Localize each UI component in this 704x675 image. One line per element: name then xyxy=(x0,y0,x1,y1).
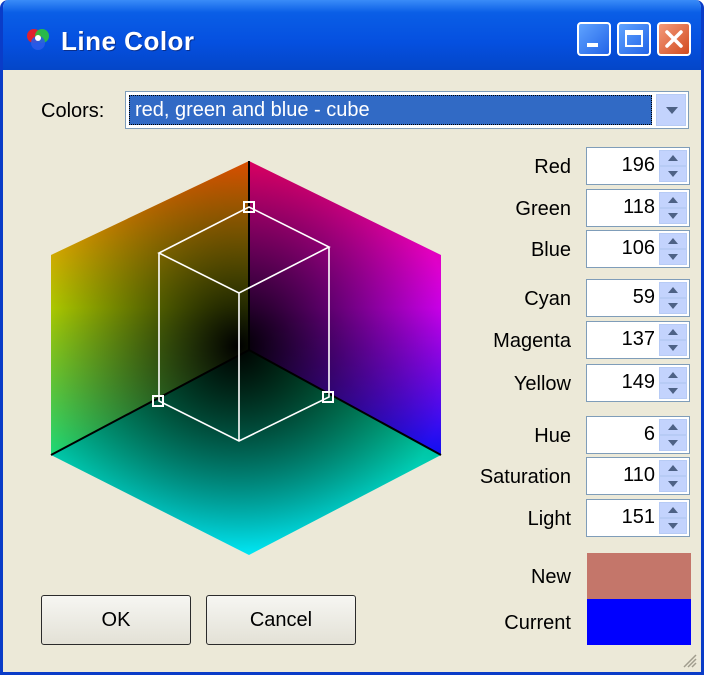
current-color-swatch[interactable] xyxy=(587,599,691,645)
spin-up-icon[interactable] xyxy=(659,502,687,518)
colors-combobox-value: red, green and blue - cube xyxy=(129,95,652,125)
red-value[interactable]: 196 xyxy=(622,154,655,177)
spin-down-icon[interactable] xyxy=(659,383,687,399)
line-color-dialog: Line Color Colors: red, green and blue -… xyxy=(0,0,704,675)
hue-spinbox[interactable]: 6 xyxy=(586,416,690,454)
spin-down-icon[interactable] xyxy=(659,340,687,356)
ok-button[interactable]: OK xyxy=(41,595,191,645)
red-label: Red xyxy=(534,156,571,178)
close-button[interactable] xyxy=(657,22,691,56)
spin-down-icon[interactable] xyxy=(659,298,687,314)
magenta-value[interactable]: 137 xyxy=(622,328,655,351)
window-title: Line Color xyxy=(61,26,195,56)
title-bar[interactable]: Line Color xyxy=(3,0,701,70)
saturation-label: Saturation xyxy=(479,466,571,488)
new-color-label: New xyxy=(530,566,571,588)
spin-up-icon[interactable] xyxy=(659,150,687,166)
spin-down-icon[interactable] xyxy=(659,249,687,265)
light-label: Light xyxy=(527,508,571,530)
hue-label: Hue xyxy=(534,425,571,447)
blue-value[interactable]: 106 xyxy=(622,237,655,260)
light-spinbox[interactable]: 151 xyxy=(586,499,690,537)
spin-up-icon[interactable] xyxy=(659,367,687,383)
new-color-swatch xyxy=(587,553,691,599)
hue-value[interactable]: 6 xyxy=(644,423,655,446)
cyan-value[interactable]: 59 xyxy=(633,286,655,309)
cancel-button[interactable]: Cancel xyxy=(206,595,356,645)
light-value[interactable]: 151 xyxy=(622,506,655,529)
current-color-label: Current xyxy=(504,612,571,634)
minimize-icon xyxy=(587,43,598,47)
blue-spinbox[interactable]: 106 xyxy=(586,230,690,268)
spin-down-icon[interactable] xyxy=(659,435,687,451)
color-wheel-icon xyxy=(27,29,49,50)
dropdown-arrow-icon[interactable] xyxy=(656,94,686,126)
resize-grip-icon[interactable] xyxy=(679,650,697,668)
close-icon xyxy=(665,30,683,48)
spin-up-icon[interactable] xyxy=(659,460,687,476)
color-cube-picker[interactable] xyxy=(43,155,453,565)
colors-label: Colors: xyxy=(41,100,105,122)
spin-down-icon[interactable] xyxy=(659,166,687,182)
blue-label: Blue xyxy=(530,239,571,261)
spin-up-icon[interactable] xyxy=(659,282,687,298)
green-value[interactable]: 118 xyxy=(623,196,655,219)
maximize-icon xyxy=(625,30,643,47)
cyan-label: Cyan xyxy=(524,288,571,310)
green-label: Green xyxy=(515,198,571,220)
cube-shadow xyxy=(51,161,441,555)
red-spinbox[interactable]: 196 xyxy=(586,147,690,185)
magenta-spinbox[interactable]: 137 xyxy=(586,321,690,359)
magenta-label: Magenta xyxy=(493,330,571,352)
yellow-label: Yellow xyxy=(513,373,571,395)
saturation-value[interactable]: 110 xyxy=(623,464,655,487)
spin-up-icon[interactable] xyxy=(659,192,687,208)
maximize-button[interactable] xyxy=(617,22,651,56)
spin-up-icon[interactable] xyxy=(659,233,687,249)
green-spinbox[interactable]: 118 xyxy=(586,189,690,227)
yellow-value[interactable]: 149 xyxy=(622,371,655,394)
spin-up-icon[interactable] xyxy=(659,419,687,435)
yellow-spinbox[interactable]: 149 xyxy=(586,364,690,402)
minimize-button[interactable] xyxy=(577,22,611,56)
saturation-spinbox[interactable]: 110 xyxy=(586,457,690,495)
spin-down-icon[interactable] xyxy=(659,518,687,534)
spin-down-icon[interactable] xyxy=(659,208,687,224)
spin-down-icon[interactable] xyxy=(659,476,687,492)
colors-combobox[interactable]: red, green and blue - cube xyxy=(125,91,689,129)
spin-up-icon[interactable] xyxy=(659,324,687,340)
cyan-spinbox[interactable]: 59 xyxy=(586,279,690,317)
